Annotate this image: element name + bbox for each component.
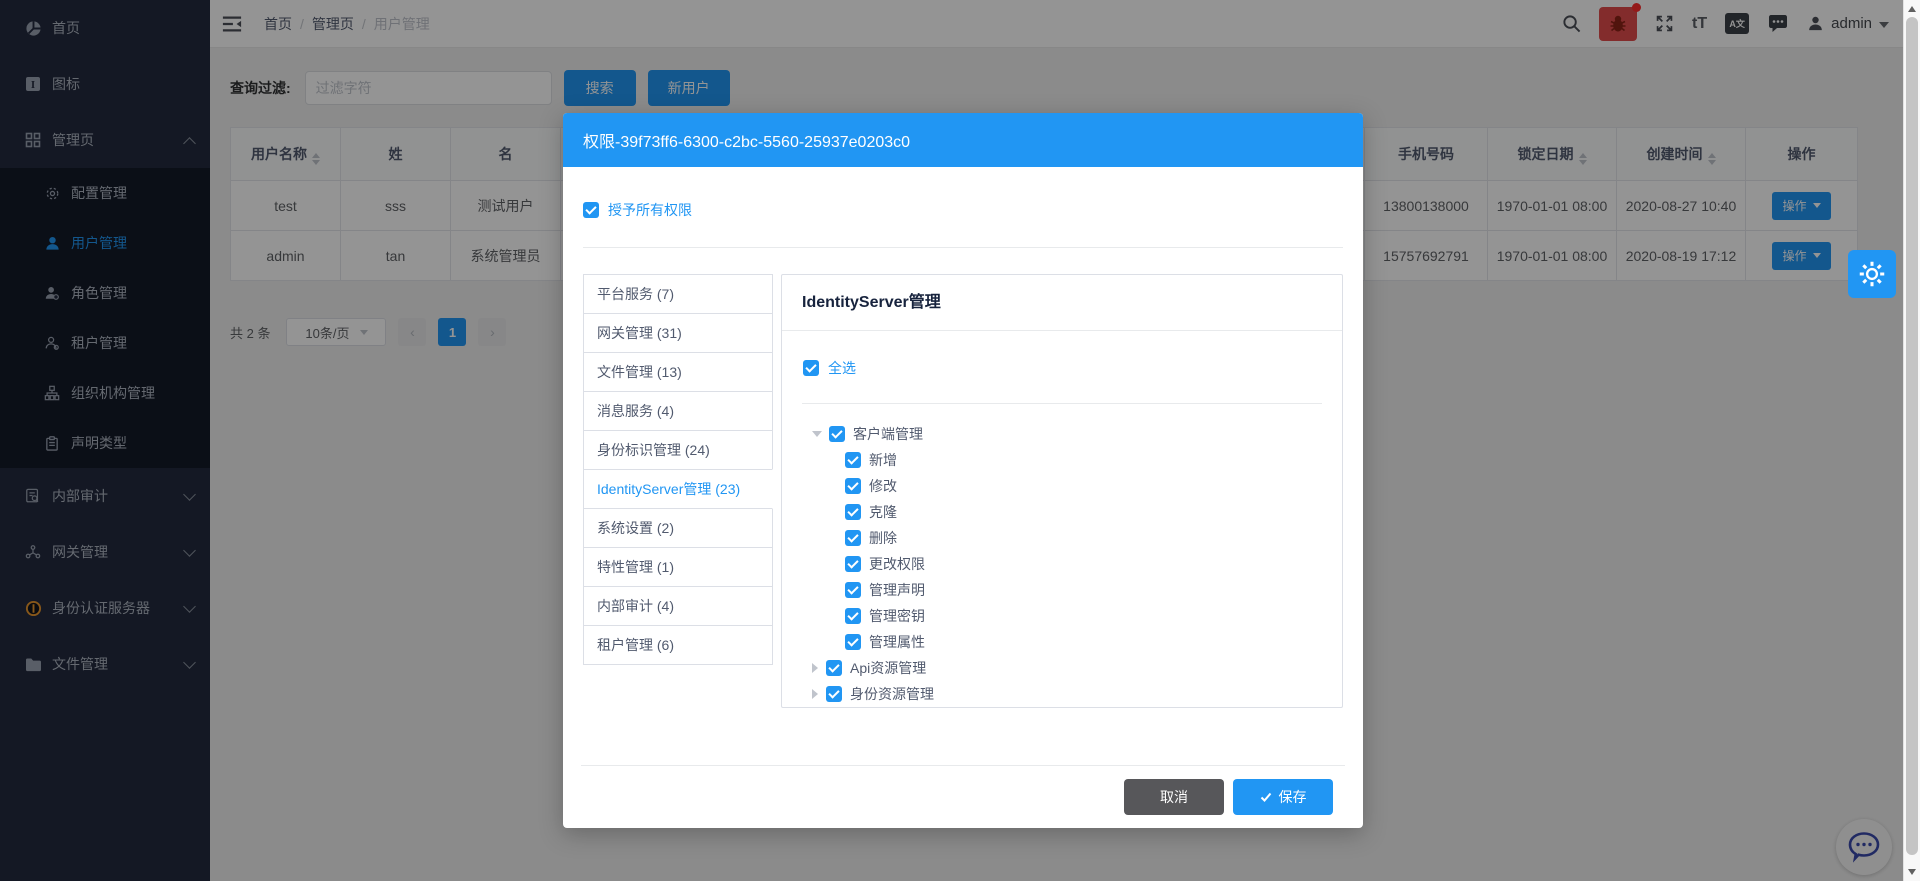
group-item-internal-audit[interactable]: 内部审计 (4) [583, 586, 773, 626]
tree-node-identity-resources: 身份资源管理 [812, 681, 1342, 707]
group-item-identity[interactable]: 身份标识管理 (24) [583, 430, 773, 470]
tree-checkbox[interactable] [845, 504, 861, 520]
select-all-checkbox[interactable] [803, 360, 819, 376]
divider [583, 247, 1343, 248]
save-button[interactable]: 保存 [1233, 779, 1333, 815]
tree-node-manage-claims: 管理声明 [845, 577, 1342, 603]
tree-expand-icon[interactable] [812, 431, 822, 437]
modal-title: 权限-39f73ff6-6300-c2bc-5560-25937e0203c0 [583, 128, 910, 152]
tree-node-label[interactable]: 新增 [869, 450, 897, 470]
cancel-button[interactable]: 取消 [1124, 779, 1224, 815]
permission-panel: IdentityServer管理 全选 客户端管理 新增 [781, 274, 1343, 708]
panel-title: IdentityServer管理 [782, 275, 1342, 331]
permission-columns: 平台服务 (7) 网关管理 (31) 文件管理 (13) 消息服务 (4) 身份… [583, 274, 1343, 708]
group-item-features[interactable]: 特性管理 (1) [583, 547, 773, 587]
group-item-files[interactable]: 文件管理 (13) [583, 352, 773, 392]
modal-body: 授予所有权限 平台服务 (7) 网关管理 (31) 文件管理 (13) 消息服务… [563, 167, 1363, 765]
modal-footer: 取消 保存 [581, 765, 1345, 828]
gear-icon [1858, 260, 1886, 288]
tree-node-api-resources: Api资源管理 [812, 655, 1342, 681]
tree-node-label[interactable]: 管理声明 [869, 580, 925, 600]
tree-checkbox[interactable] [826, 660, 842, 676]
tree-node-label[interactable]: 更改权限 [869, 554, 925, 574]
tree-checkbox[interactable] [826, 686, 842, 702]
tree-node-update: 修改 [845, 473, 1342, 499]
tree-checkbox[interactable] [829, 426, 845, 442]
tree-node-client-management: 客户端管理 [812, 421, 1342, 447]
permissions-modal: 权限-39f73ff6-6300-c2bc-5560-25937e0203c0 … [563, 113, 1363, 828]
tree-checkbox[interactable] [845, 582, 861, 598]
grant-all-row: 授予所有权限 [583, 200, 1343, 220]
tree-checkbox[interactable] [845, 556, 861, 572]
tree-node-clone: 克隆 [845, 499, 1342, 525]
grant-all-label[interactable]: 授予所有权限 [608, 200, 692, 220]
tree-checkbox[interactable] [845, 634, 861, 650]
tree-node-label[interactable]: 删除 [869, 528, 897, 548]
group-item-gateway[interactable]: 网关管理 (31) [583, 313, 773, 353]
tree-checkbox[interactable] [845, 530, 861, 546]
tree-node-change-permissions: 更改权限 [845, 551, 1342, 577]
theme-settings-button[interactable] [1848, 250, 1896, 298]
tree-checkbox[interactable] [845, 452, 861, 468]
tree-node-label[interactable]: 管理密钥 [869, 606, 925, 626]
tree-node-label[interactable]: 客户端管理 [853, 424, 923, 444]
tree-checkbox[interactable] [845, 478, 861, 494]
tree-node-manage-properties: 管理属性 [845, 629, 1342, 655]
check-icon [1260, 791, 1272, 803]
tree-collapse-icon[interactable] [812, 689, 818, 699]
tree-collapse-icon[interactable] [812, 663, 818, 673]
scroll-up-arrow[interactable] [1908, 6, 1916, 12]
group-item-tenants[interactable]: 租户管理 (6) [583, 625, 773, 665]
tree-node-label[interactable]: 克隆 [869, 502, 897, 522]
permission-group-list: 平台服务 (7) 网关管理 (31) 文件管理 (13) 消息服务 (4) 身份… [583, 274, 773, 665]
group-item-messages[interactable]: 消息服务 (4) [583, 391, 773, 431]
modal-header: 权限-39f73ff6-6300-c2bc-5560-25937e0203c0 [563, 113, 1363, 167]
permission-tree: 客户端管理 新增 修改 克隆 [812, 421, 1342, 707]
select-all-label[interactable]: 全选 [828, 358, 856, 378]
tree-node-create: 新增 [845, 447, 1342, 473]
group-item-identityserver[interactable]: IdentityServer管理 (23) [583, 469, 773, 509]
page-scrollbar[interactable] [1903, 0, 1920, 881]
select-all-row: 全选 [803, 358, 1342, 378]
divider [802, 403, 1322, 404]
tree-node-label[interactable]: 修改 [869, 476, 897, 496]
scrollbar-thumb[interactable] [1906, 17, 1918, 855]
tree-node-label[interactable]: Api资源管理 [850, 658, 926, 678]
grant-all-checkbox[interactable] [583, 202, 599, 218]
tree-node-manage-secrets: 管理密钥 [845, 603, 1342, 629]
scroll-down-arrow[interactable] [1908, 869, 1916, 875]
tree-checkbox[interactable] [845, 608, 861, 624]
tree-node-label[interactable]: 身份资源管理 [850, 684, 934, 704]
tree-node-label[interactable]: 管理属性 [869, 632, 925, 652]
group-item-platform[interactable]: 平台服务 (7) [583, 274, 773, 314]
group-item-system-settings[interactable]: 系统设置 (2) [583, 508, 773, 548]
tree-node-delete: 删除 [845, 525, 1342, 551]
